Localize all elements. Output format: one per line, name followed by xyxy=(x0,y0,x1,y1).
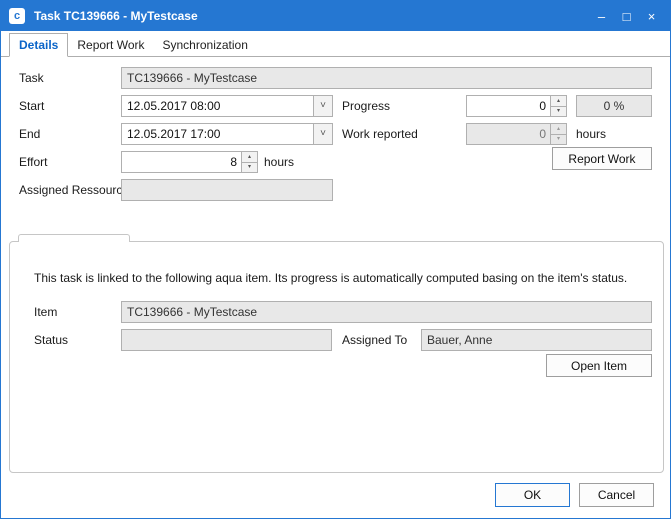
status-field xyxy=(121,329,332,351)
start-date-combo[interactable]: 12.05.2017 08:00 ˅ xyxy=(121,95,333,117)
work-reported-label: Work reported xyxy=(342,123,418,145)
tab-strip: Details Report Work Synchronization xyxy=(1,33,670,57)
maximize-button[interactable]: □ xyxy=(614,1,639,31)
start-date-value: 12.05.2017 08:00 xyxy=(122,96,313,116)
task-label: Task xyxy=(19,67,44,89)
progress-percent-field: 0 % xyxy=(576,95,652,117)
work-reported-unit-label: hours xyxy=(576,123,606,145)
assigned-to-label: Assigned To xyxy=(342,329,407,351)
progress-spinner-arrows: ▴ ▾ xyxy=(550,96,566,116)
effort-unit-label: hours xyxy=(264,151,294,173)
minimize-button[interactable]: – xyxy=(589,1,614,31)
task-dialog-window: c Task TC139666 - MyTestcase – □ × Detai… xyxy=(0,0,671,519)
end-label: End xyxy=(19,123,40,145)
spinner-down-icon[interactable]: ▾ xyxy=(242,162,257,173)
spinner-up-icon[interactable]: ▴ xyxy=(551,96,566,106)
spinner-up-icon: ▴ xyxy=(551,124,566,134)
progress-value: 0 xyxy=(467,96,550,116)
item-field: TC139666 - MyTestcase xyxy=(121,301,652,323)
assigned-ressource-field xyxy=(121,179,333,201)
progress-spinner[interactable]: 0 ▴ ▾ xyxy=(466,95,567,117)
spinner-up-icon[interactable]: ▴ xyxy=(242,152,257,162)
linked-item-description: This task is linked to the following aqu… xyxy=(34,271,656,285)
chevron-down-icon: ˅ xyxy=(320,129,326,139)
cancel-button[interactable]: Cancel xyxy=(579,483,654,507)
open-item-button[interactable]: Open Item xyxy=(546,354,652,377)
end-date-combo[interactable]: 12.05.2017 17:00 ˅ xyxy=(121,123,333,145)
close-icon: × xyxy=(648,9,656,24)
groupbox-tab-notch xyxy=(18,234,130,242)
maximize-icon: □ xyxy=(623,9,631,24)
effort-spinner-arrows: ▴ ▾ xyxy=(241,152,257,172)
work-reported-spinner: 0 ▴ ▾ xyxy=(466,123,567,145)
end-dropdown-button[interactable]: ˅ xyxy=(313,124,332,144)
effort-spinner[interactable]: 8 ▴ ▾ xyxy=(121,151,258,173)
task-field: TC139666 - MyTestcase xyxy=(121,67,652,89)
assigned-to-field: Bauer, Anne xyxy=(421,329,652,351)
effort-label: Effort xyxy=(19,151,47,173)
app-icon: c xyxy=(9,8,25,24)
start-label: Start xyxy=(19,95,44,117)
effort-value: 8 xyxy=(122,152,241,172)
progress-label: Progress xyxy=(342,95,390,117)
tab-synchronization[interactable]: Synchronization xyxy=(154,34,257,56)
work-reported-spinner-arrows: ▴ ▾ xyxy=(550,124,566,144)
titlebar[interactable]: c Task TC139666 - MyTestcase – □ × xyxy=(1,1,670,31)
assigned-ressource-label: Assigned Ressource xyxy=(19,179,129,201)
report-work-button[interactable]: Report Work xyxy=(552,147,652,170)
item-label: Item xyxy=(34,301,57,323)
tab-details[interactable]: Details xyxy=(9,33,68,57)
close-button[interactable]: × xyxy=(639,1,664,31)
spinner-down-icon[interactable]: ▾ xyxy=(551,106,566,117)
window-controls: – □ × xyxy=(589,1,670,31)
end-date-value: 12.05.2017 17:00 xyxy=(122,124,313,144)
tab-report-work[interactable]: Report Work xyxy=(68,34,153,56)
spinner-down-icon: ▾ xyxy=(551,134,566,145)
ok-button[interactable]: OK xyxy=(495,483,570,507)
minimize-icon: – xyxy=(598,9,605,24)
window-title: Task TC139666 - MyTestcase xyxy=(34,9,198,23)
chevron-down-icon: ˅ xyxy=(320,101,326,111)
work-reported-value: 0 xyxy=(467,124,550,144)
start-dropdown-button[interactable]: ˅ xyxy=(313,96,332,116)
status-label: Status xyxy=(34,329,68,351)
